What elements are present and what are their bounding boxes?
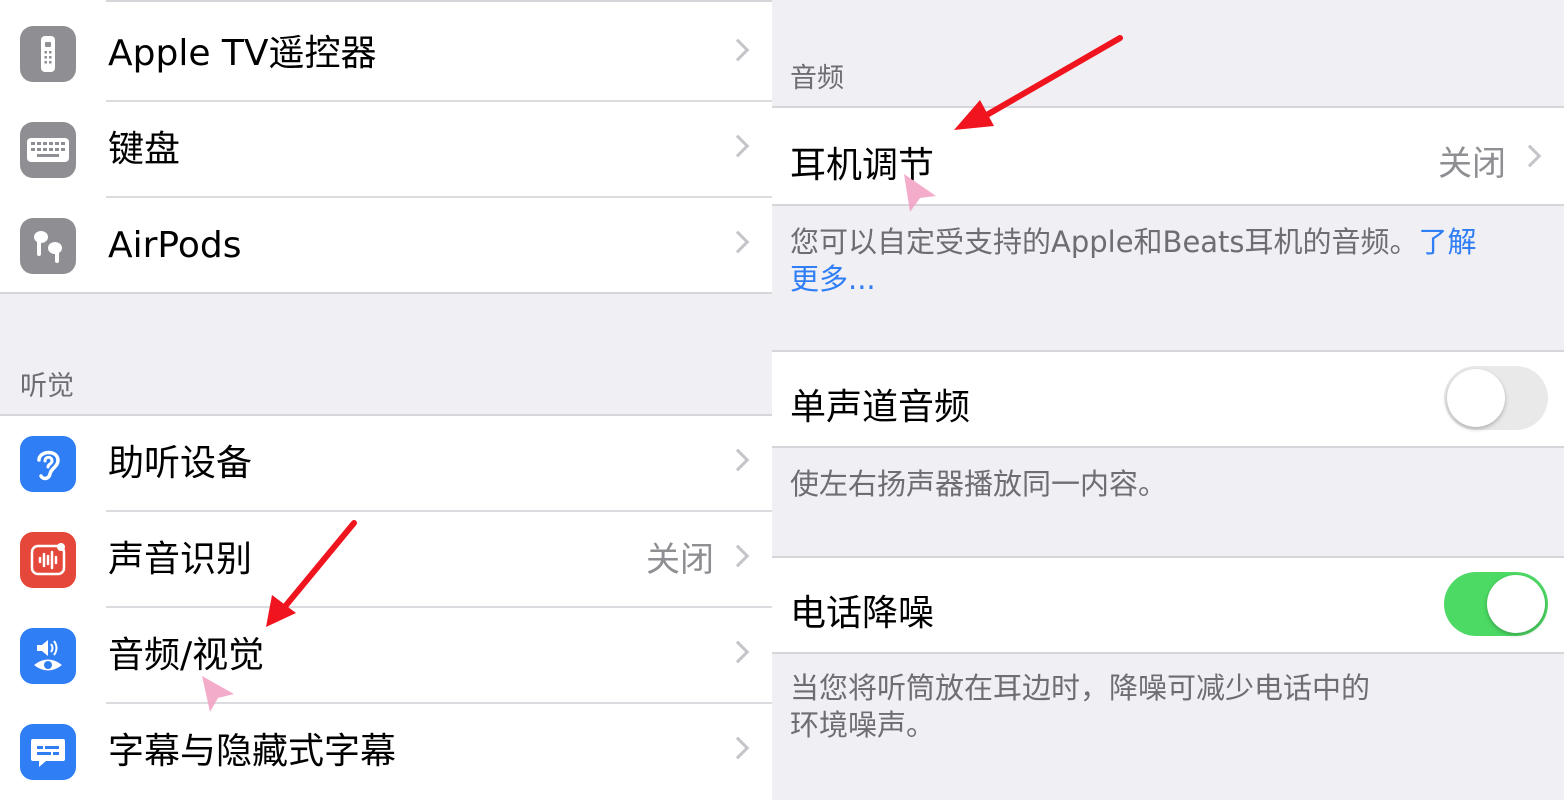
- chevron-right-icon: [726, 38, 750, 62]
- divider: [772, 652, 1564, 654]
- noise-cancellation-toggle[interactable]: [1444, 572, 1548, 636]
- learn-more-link-continued[interactable]: 更多...: [790, 262, 876, 296]
- divider: [772, 350, 1564, 352]
- mono-footer-note: 使左右扬声器播放同一内容。: [790, 467, 1168, 501]
- row-value: 关闭: [646, 540, 714, 580]
- row-headphone-accommodations[interactable]: 耳机调节 关闭: [772, 106, 1564, 206]
- audio-visual-settings-panel: 音频 耳机调节 关闭 您可以自定受支持的Apple和Beats耳机的音频。了解 …: [772, 0, 1564, 800]
- section-header-hearing: 听觉: [20, 371, 74, 402]
- footer-text-line-1: 当您将听筒放在耳边时，降噪可减少电话中的: [790, 671, 1371, 705]
- row-hearing-devices[interactable]: 助听设备: [0, 416, 772, 512]
- headphone-footer-note: 您可以自定受支持的Apple和Beats耳机的音频。了解 更多...: [790, 224, 1524, 298]
- accessibility-settings-panel: Apple TV遥控器 键盘 AirPods 听觉 助听设备 声音识别 关闭 音…: [0, 0, 772, 800]
- divider: [772, 556, 1564, 558]
- speaker-eye-icon: [20, 628, 76, 684]
- pointer-cursor-icon: [202, 676, 234, 712]
- device-settings-group: Apple TV遥控器 键盘 AirPods: [0, 0, 772, 294]
- divider: [772, 204, 1564, 206]
- toggle-knob: [1487, 575, 1545, 633]
- row-label: 单声道音频: [790, 387, 971, 428]
- row-label: 音频/视觉: [108, 635, 265, 676]
- row-mono-audio: 单声道音频: [772, 350, 1564, 448]
- divider: [0, 292, 772, 294]
- row-phone-noise-cancellation: 电话降噪: [772, 556, 1564, 654]
- row-airpods[interactable]: AirPods: [0, 198, 772, 294]
- row-label: 键盘: [108, 129, 181, 170]
- learn-more-link[interactable]: 了解: [1419, 225, 1477, 259]
- row-label: 字幕与隐藏式字幕: [108, 731, 397, 772]
- mono-audio-toggle[interactable]: [1444, 366, 1548, 430]
- chevron-right-icon: [726, 544, 750, 568]
- remote-icon: [20, 26, 76, 82]
- footer-text-line-2: 环境噪声。: [790, 708, 936, 742]
- row-label: Apple TV遥控器: [108, 33, 377, 74]
- row-label: 电话降噪: [790, 593, 935, 634]
- ear-icon: [20, 436, 76, 492]
- airpods-icon: [20, 218, 76, 274]
- divider: [106, 0, 772, 2]
- pointer-cursor-icon: [904, 174, 936, 212]
- footer-text: 您可以自定受支持的Apple和Beats耳机的音频。: [790, 225, 1419, 259]
- chevron-right-icon: [726, 448, 750, 472]
- hearing-group: 助听设备 声音识别 关闭 音频/视觉 字幕与隐藏式字幕: [0, 414, 772, 800]
- toggle-knob: [1447, 369, 1505, 427]
- annotation-arrow-icon: [954, 35, 1123, 130]
- row-audio-visual[interactable]: 音频/视觉: [0, 608, 772, 704]
- divider: [772, 106, 1564, 108]
- row-subtitles-captioning[interactable]: 字幕与隐藏式字幕: [0, 704, 772, 800]
- row-label: 声音识别: [108, 539, 253, 580]
- row-sound-recognition[interactable]: 声音识别 关闭: [0, 512, 772, 608]
- row-label: AirPods: [108, 225, 242, 266]
- keyboard-icon: [20, 122, 76, 178]
- chevron-right-icon: [726, 134, 750, 158]
- row-apple-tv-remote[interactable]: Apple TV遥控器: [0, 6, 772, 102]
- row-keyboard[interactable]: 键盘: [0, 102, 772, 198]
- divider: [772, 446, 1564, 448]
- row-label: 助听设备: [108, 443, 253, 484]
- row-value: 关闭: [1438, 144, 1506, 184]
- sound-recognition-icon: [20, 532, 76, 588]
- annotation-arrow-icon: [266, 520, 357, 627]
- subtitles-icon: [20, 724, 76, 780]
- noise-footer-note: 当您将听筒放在耳边时，降噪可减少电话中的 环境噪声。: [790, 670, 1524, 744]
- section-header-audio: 音频: [790, 63, 844, 94]
- chevron-right-icon: [726, 640, 750, 664]
- chevron-right-icon: [1518, 144, 1542, 168]
- chevron-right-icon: [726, 230, 750, 254]
- chevron-right-icon: [726, 736, 750, 760]
